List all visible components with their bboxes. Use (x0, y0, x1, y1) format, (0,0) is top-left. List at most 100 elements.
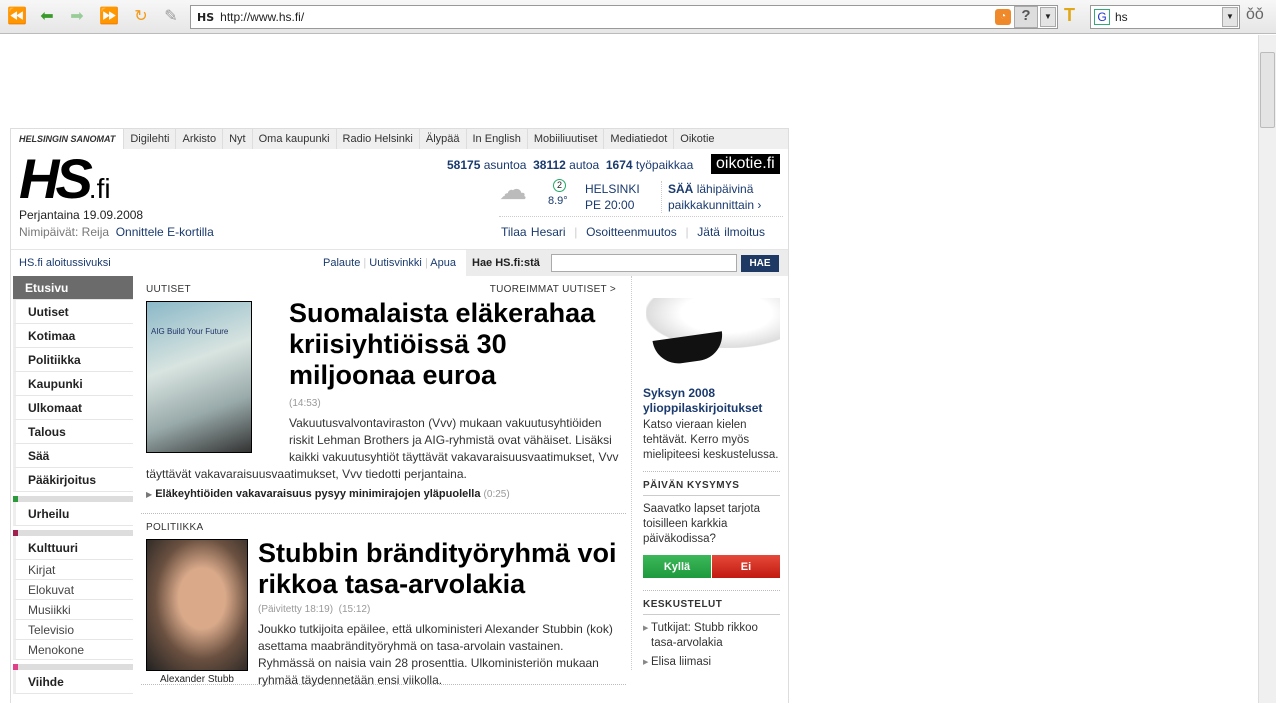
reload-icon[interactable]: ↻ (130, 6, 152, 28)
ecard-link[interactable]: Onnittele E-kortilla (116, 225, 214, 239)
timestamp: (14:53) (289, 398, 321, 409)
wind-icon: 2 (553, 179, 566, 192)
search-box[interactable]: Ghs (1090, 5, 1240, 29)
headline[interactable]: Suomalaista eläkerahaa kriisiyhtiöissä 3… (289, 298, 619, 391)
topnav-item[interactable]: Radio Helsinki (335, 129, 419, 149)
topnav-item[interactable]: Digilehti (123, 129, 175, 149)
topnav-item[interactable]: Mobiiliuutiset (526, 129, 604, 149)
help-dropdown[interactable]: ▼ (1040, 7, 1056, 27)
search-button[interactable]: HAE (741, 255, 779, 272)
right-column: Syksyn 2008 ylioppilaskirjoitukset Katso… (631, 276, 786, 670)
topnav-item[interactable]: Oma kaupunki (251, 129, 336, 149)
date: Perjantaina 19.09.2008 (19, 208, 144, 222)
sidebar-subitem[interactable]: Televisio (13, 620, 133, 640)
fast-forward-icon[interactable]: ⏩ (98, 6, 120, 28)
divider (13, 530, 133, 536)
divider (13, 664, 133, 670)
stat-number: 58175 (447, 158, 481, 172)
sidebar-item[interactable]: Talous (13, 420, 133, 444)
sidebar-item[interactable]: Kaupunki (13, 372, 133, 396)
sidebar-item[interactable]: Sää (13, 444, 133, 468)
weather-forecast-link[interactable]: SÄÄ lähipäivinä paikkakunnittain › (661, 181, 761, 213)
classifieds-stats[interactable]: 58175 asuntoa 38112 autoa 1674 työpaikka… (447, 158, 693, 172)
promo-title[interactable]: Syksyn 2008 ylioppilaskirjoitukset (643, 386, 780, 416)
poll-yes-button[interactable]: Kyllä (643, 555, 711, 578)
sidebar-item-viihde[interactable]: Viihde (13, 670, 133, 694)
logo-suffix: .fi (88, 173, 111, 204)
cloud-icon: ☁ (499, 174, 527, 205)
google-icon: G (1094, 9, 1110, 25)
timestamp: (15:12) (338, 604, 371, 615)
sidebar-item[interactable]: Pääkirjoitus (13, 468, 133, 492)
weather-city[interactable]: HELSINKI (585, 181, 640, 197)
logo-text: HS (19, 147, 93, 210)
news-image[interactable]: AIG Build Your Future (146, 301, 252, 453)
article-summary: Vakuutusvalvontaviraston (Vvv) mukaan va… (289, 416, 619, 464)
photo-caption: Alexander Stubb (160, 674, 234, 685)
news-photo[interactable] (146, 539, 248, 671)
sidebar-item[interactable]: Politiikka (13, 348, 133, 372)
latest-news-link[interactable]: TUOREIMMAT UUTISET > (490, 284, 616, 295)
hs-page: HELSINGIN SANOMAT Digilehti Arkisto Nyt … (10, 128, 789, 703)
oikotie-logo[interactable]: oikotie.fi (711, 154, 780, 174)
arrow-icon: ▶ (146, 490, 153, 499)
address-bar[interactable]: HS http://www.hs.fi/ (190, 5, 1058, 29)
topnav-item[interactable]: Arkisto (175, 129, 222, 149)
glasses-icon[interactable]: ǒǒ (1246, 6, 1264, 24)
top-nav: HELSINGIN SANOMAT Digilehti Arkisto Nyt … (11, 129, 788, 149)
toolbar-t-icon[interactable]: T (1064, 5, 1075, 26)
temperature: 8.9° (548, 195, 568, 207)
sidebar-item[interactable]: Kotimaa (13, 324, 133, 348)
site-badge: HS (197, 11, 215, 24)
sidebar-item-urheilu[interactable]: Urheilu (13, 502, 133, 526)
topnav-item[interactable]: In English (465, 129, 527, 149)
image-caption-text: AIG Build Your Future (151, 327, 229, 336)
poll-heading: PÄIVÄN KYSYMYS (643, 480, 780, 496)
rewind-icon[interactable]: ⏪ (6, 6, 28, 28)
feedback-link[interactable]: Palaute (323, 257, 360, 269)
sidebar-subitem[interactable]: Menokone (13, 640, 133, 660)
related-link[interactable]: Eläkeyhtiöiden vakavaraisuus pysyy minim… (155, 488, 480, 500)
help-icon[interactable]: ? (1014, 6, 1038, 28)
topnav-item[interactable]: Älypää (418, 129, 466, 149)
stat-number: 1674 (605, 158, 633, 172)
topnav-item[interactable]: Nyt (222, 129, 252, 149)
sidebar-item[interactable]: Uutiset (13, 300, 133, 324)
subscribe-link[interactable]: Tilaa Hesari (501, 225, 566, 239)
news-item: POLITIIKKA Alexander Stubb Stubbin bränd… (141, 514, 626, 687)
address-change-link[interactable]: Osoitteenmuutos (586, 225, 677, 239)
site-search-input[interactable] (551, 254, 737, 272)
poll-no-button[interactable]: Ei (712, 555, 780, 578)
help-link[interactable]: Apua (430, 257, 456, 269)
headline[interactable]: Stubbin brändityöryhmä voi rikkoa tasa-a… (258, 538, 618, 600)
sidebar-item[interactable]: Ulkomaat (13, 396, 133, 420)
topnav-item[interactable]: Mediatiedot (603, 129, 673, 149)
section-label: POLITIIKKA (146, 522, 204, 533)
discussion-link[interactable]: Elisa liimasi (651, 656, 711, 668)
saa-link: paikkakunnittain › (668, 198, 762, 212)
discussion-link[interactable]: Tutkijat: Stubb rikkoo tasa-arvolakia (651, 622, 758, 649)
utility-bar: HS.fi aloitussivuksi Palaute | Uutisvink… (11, 249, 788, 276)
sidebar-item-etusivu[interactable]: Etusivu (13, 276, 133, 300)
ad-link[interactable]: Jätä ilmoitus (697, 225, 765, 239)
main-column: UUTISET TUOREIMMAT UUTISET > AIG Build Y… (141, 276, 626, 687)
rss-icon[interactable]: ◔ (995, 9, 1011, 25)
topnav-hs[interactable]: HELSINGIN SANOMAT (11, 129, 124, 149)
back-icon[interactable]: ⬅ (36, 6, 58, 28)
sidebar-subitem[interactable]: Kirjat (13, 560, 133, 580)
scrollbar-thumb[interactable] (1260, 52, 1275, 128)
sidebar-subitem[interactable]: Elokuvat (13, 580, 133, 600)
saa-bold: SÄÄ (668, 182, 694, 196)
forward-icon[interactable]: ➡ (66, 6, 88, 28)
sidebar-item-kulttuuri[interactable]: Kulttuuri (13, 536, 133, 560)
edit-icon[interactable]: ✎ (160, 6, 182, 28)
cap-image[interactable] (634, 276, 786, 386)
tip-link[interactable]: Uutisvinkki (369, 257, 422, 269)
sidebar-subitem[interactable]: Musiikki (13, 600, 133, 620)
homepage-link[interactable]: HS.fi aloitussivuksi (19, 250, 111, 276)
scrollbar[interactable] (1258, 35, 1276, 703)
search-dropdown[interactable]: ▼ (1222, 7, 1238, 27)
topnav-item[interactable]: Oikotie (673, 129, 720, 149)
article-summary: Joukko tutkijoita epäilee, että ulkomini… (258, 622, 613, 687)
browser-toolbar: ⏪ ⬅ ➡ ⏩ ↻ ✎ HS http://www.hs.fi/ ◔ ? ▼ T … (0, 0, 1276, 34)
